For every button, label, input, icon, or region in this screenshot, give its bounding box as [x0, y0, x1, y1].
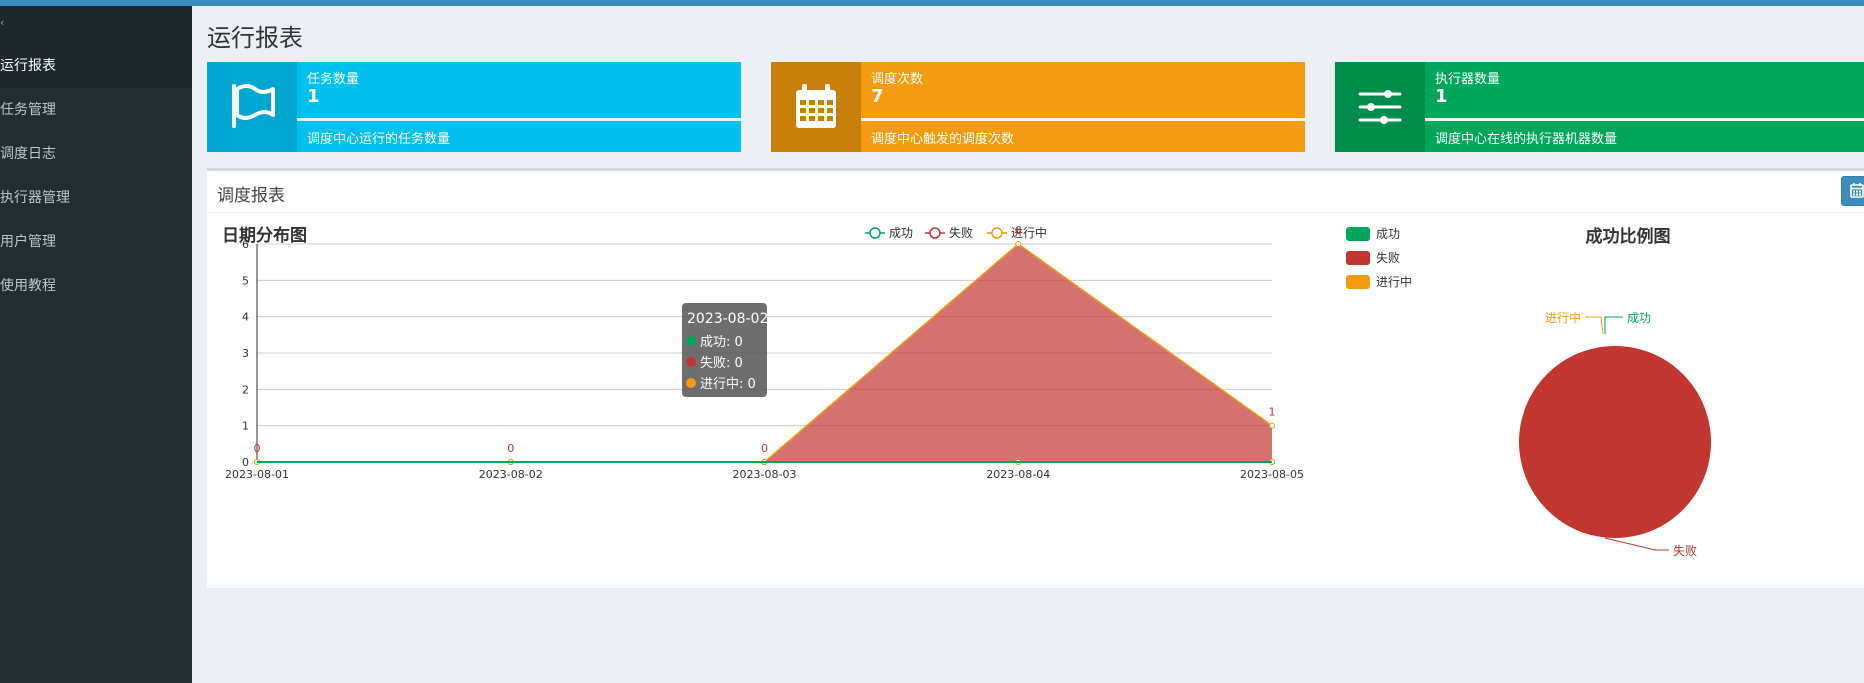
y-tick-label: 6: [242, 238, 249, 251]
sidebar-item-label: 运行报表: [0, 58, 56, 74]
svg-text:进行中: 进行中: [1376, 274, 1412, 289]
svg-text:成功: 成功: [1376, 227, 1400, 241]
sidebar-item-executors[interactable]: 执行器管理: [0, 176, 192, 220]
progress-bar: [1425, 118, 1864, 121]
line-chart: 日期分布图 成功 失败 进行中 01234562023-08-01 2023-08-0…: [222, 224, 1304, 481]
data-label: 6: [1015, 224, 1022, 237]
info-box-label: 调度次数: [871, 72, 924, 87]
flag-icon: [207, 62, 297, 152]
slice-label: 失败: [1673, 543, 1697, 558]
y-tick-label: 1: [242, 420, 249, 433]
info-box-body: 执行器数量 1 调度中心在线的执行器机器数量: [1425, 62, 1864, 152]
pie-chart-plot: 成功 进行中失败: [1519, 310, 1711, 558]
sidebar-item-label: 用户管理: [0, 234, 56, 250]
x-tick-label: 2023-08-02: [479, 468, 543, 481]
tooltip-line: 进行中: 0: [700, 377, 756, 392]
calendar-icon: [1850, 183, 1864, 198]
data-label: 0: [507, 442, 514, 455]
slice-label: 进行中: [1545, 310, 1581, 325]
sidebar-item-label: 调度日志: [0, 146, 56, 162]
sidebar: ‹ 运行报表 任务管理 调度日志 执行器管理 用户管理 使用教程: [0, 6, 192, 683]
report-box-title: 调度报表: [217, 186, 285, 206]
y-tick-label: 3: [242, 347, 249, 360]
main-content: 运行报表 任务数量 1 调度中心运行的任务数量 调度次数 7 调度中心触发的调度…: [192, 6, 1864, 683]
data-label: 0: [254, 442, 261, 455]
legend-item[interactable]: 进行中: [1346, 274, 1412, 289]
info-box-triggers: 调度次数 7 调度中心触发的调度次数: [771, 62, 1305, 152]
tooltip-title: 2023-08-02: [687, 311, 768, 327]
svg-text:成功: 成功: [889, 226, 913, 240]
sidebar-item-label: 执行器管理: [0, 190, 70, 206]
svg-text:失败: 失败: [1376, 250, 1400, 265]
x-tick-label: 2023-08-03: [733, 468, 797, 481]
info-box-body: 调度次数 7 调度中心触发的调度次数: [861, 62, 1305, 152]
data-point[interactable]: [1269, 422, 1275, 429]
x-tick-label: 2023-08-01: [225, 468, 289, 481]
legend-item[interactable]: 成功: [865, 226, 913, 240]
legend-item[interactable]: 失败: [1346, 250, 1400, 265]
info-box-number: 1: [307, 86, 320, 107]
chart-tooltip: 2023-08-02 成功: 0 失败: 0 进行中: 0: [682, 303, 768, 397]
data-point[interactable]: [1015, 241, 1022, 247]
sidebar-item-label: 使用教程: [0, 278, 56, 294]
info-box-label: 任务数量: [307, 72, 360, 87]
sidebar-item-label: 任务管理: [0, 102, 56, 118]
sidebar-item-users[interactable]: 用户管理: [0, 220, 192, 264]
report-box: 调度报表 日期分布图 成功 失败 进行中 0 1 2 3 4 5 6 2023-08-01 2023…: [207, 168, 1864, 588]
sidebar-header: [0, 6, 192, 44]
pie-chart-legend: 成功失败进行中: [1346, 227, 1412, 289]
info-box-description: 调度中心在线的执行器机器数量: [1435, 132, 1618, 147]
info-box-body: 任务数量 1 调度中心运行的任务数量: [297, 62, 741, 152]
x-tick-label: 2023-08-04: [986, 468, 1050, 481]
info-box-jobs: 任务数量 1 调度中心运行的任务数量: [207, 62, 741, 152]
y-tick-label: 5: [242, 274, 249, 287]
pie-slice[interactable]: [1519, 346, 1711, 538]
slice-label: 成功: [1627, 311, 1651, 325]
info-box-executors: 执行器数量 1 调度中心在线的执行器机器数量: [1335, 62, 1864, 152]
info-box-description: 调度中心触发的调度次数: [871, 132, 1015, 147]
info-box-number: 7: [871, 86, 884, 107]
sliders-icon: [1335, 62, 1425, 152]
tooltip-line: 成功: 0: [700, 335, 743, 350]
report-box-header: 调度报表: [207, 171, 1864, 213]
svg-text:失败: 失败: [949, 225, 973, 240]
legend-item[interactable]: 失败: [925, 225, 973, 240]
pie-chart-title: 成功比例图: [1586, 226, 1671, 247]
tooltip-line: 失败: 0: [700, 356, 743, 371]
pie-chart: 成功失败进行中 成功比例图 成功进行中失败: [1346, 226, 1711, 558]
sidebar-item-logs[interactable]: 调度日志: [0, 132, 192, 176]
sidebar-item-report[interactable]: 运行报表: [0, 44, 192, 88]
data-label: 1: [1269, 406, 1276, 419]
page-title: 运行报表: [207, 24, 303, 52]
legend-item[interactable]: 成功: [1346, 227, 1400, 241]
info-box-number: 1: [1435, 86, 1448, 107]
progress-bar: [297, 118, 741, 121]
sidebar-item-jobs[interactable]: 任务管理: [0, 88, 192, 132]
progress-bar: [861, 118, 1305, 121]
info-box-label: 执行器数量: [1435, 72, 1501, 87]
sidebar-item-help[interactable]: 使用教程: [0, 264, 192, 308]
x-tick-label: 2023-08-05: [1240, 468, 1304, 481]
calendar-icon: [771, 62, 861, 152]
y-tick-label: 4: [242, 311, 249, 324]
info-box-description: 调度中心运行的任务数量: [307, 132, 451, 147]
date-range-button[interactable]: [1841, 176, 1864, 206]
sidebar-toggle-icon[interactable]: ‹: [0, 16, 8, 30]
line-chart-title: 日期分布图: [222, 225, 307, 246]
y-tick-label: 2: [242, 383, 249, 396]
data-label: 0: [761, 442, 768, 455]
